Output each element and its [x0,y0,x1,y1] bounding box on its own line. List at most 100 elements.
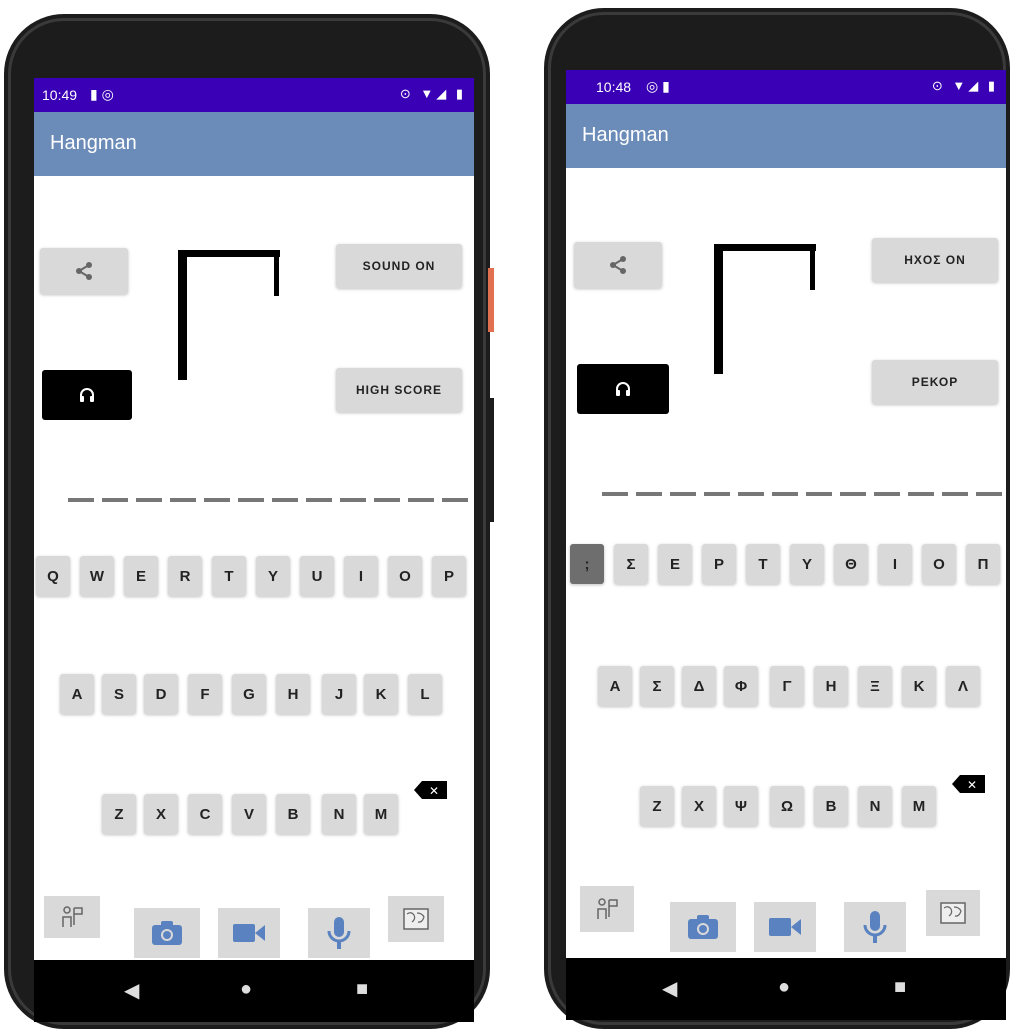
key-h[interactable]: H [276,674,310,714]
status-time: 10:49 [42,87,78,103]
key-psi[interactable]: Ψ [724,786,758,826]
map-button[interactable] [926,890,980,936]
key-theta[interactable]: Θ [834,544,868,584]
key-gamma[interactable]: Γ [770,666,804,706]
key-c[interactable]: C [188,794,222,834]
key-m[interactable]: M [364,794,398,834]
key-p[interactable]: P [432,556,466,596]
key-s[interactable]: S [102,674,136,714]
nav-home-button[interactable]: ● [778,976,790,999]
key-tau[interactable]: Τ [746,544,780,584]
key-w[interactable]: W [80,556,114,596]
key-r[interactable]: R [168,556,202,596]
hint-button[interactable] [580,886,634,932]
key-z[interactable]: Z [102,794,136,834]
key-mu[interactable]: Μ [902,786,936,826]
video-button[interactable] [754,902,816,952]
key-j[interactable]: J [322,674,356,714]
key-beta[interactable]: Β [814,786,848,826]
share-button[interactable] [574,242,662,288]
hangman-gallows [178,250,282,380]
hangman-gallows [714,244,818,374]
map-button[interactable] [388,896,444,942]
status-notification-icons: ▮ ◎ [90,86,114,102]
key-upsilon[interactable]: Υ [790,544,824,584]
backspace-key-icon[interactable]: ✕ [952,774,986,794]
key-sigma[interactable]: Σ [614,544,648,584]
key-iota[interactable]: Ι [878,544,912,584]
nav-home-button[interactable]: ● [240,978,252,1001]
key-b[interactable]: B [276,794,310,834]
key-v[interactable]: V [232,794,266,834]
app-bar: Hangman [566,104,1006,168]
key-a[interactable]: A [60,674,94,714]
svg-text:✕: ✕ [429,784,439,798]
share-button[interactable] [40,248,128,294]
key-chi[interactable]: Χ [682,786,716,826]
status-system-icons: ⊙ ▼◢ ▮ [399,86,466,101]
hint-button[interactable] [44,896,100,938]
camera-icon [152,921,182,945]
status-bar: 10:48 ◎ ▮ ⊙ ▼◢ ▮ [566,70,1006,104]
key-d[interactable]: D [144,674,178,714]
key-sigma-2[interactable]: Σ [640,666,674,706]
nav-recents-button[interactable]: ■ [894,976,906,999]
key-delta[interactable]: Δ [682,666,716,706]
high-score-button[interactable]: HIGH SCORE [336,368,462,412]
key-kappa[interactable]: Κ [902,666,936,706]
headset-button[interactable] [42,370,132,420]
navigation-bar: ◀ ● ■ [34,960,474,1022]
key-k[interactable]: K [364,674,398,714]
key-zeta[interactable]: Ζ [640,786,674,826]
navigation-bar: ◀ ● ■ [566,958,1006,1020]
video-button[interactable] [218,908,280,958]
nav-recents-button[interactable]: ■ [356,978,368,1001]
key-y[interactable]: Y [256,556,290,596]
key-t[interactable]: T [212,556,246,596]
key-omicron[interactable]: Ο [922,544,956,584]
video-camera-icon [233,924,265,942]
key-omega[interactable]: Ω [770,786,804,826]
sound-toggle-button[interactable]: SOUND ON [336,244,462,288]
key-e[interactable]: E [124,556,158,596]
key-alpha[interactable]: Α [598,666,632,706]
microphone-button[interactable] [844,902,906,952]
sound-toggle-button[interactable]: ΗΧΟΣ ON [872,238,998,282]
video-camera-icon [769,918,801,936]
key-eta[interactable]: Η [814,666,848,706]
world-map-icon [403,908,429,930]
world-map-icon [940,902,966,924]
microphone-button[interactable] [308,908,370,958]
key-f[interactable]: F [188,674,222,714]
backspace-key-icon[interactable]: ✕ [414,780,448,800]
key-semicolon[interactable]: ; [570,544,604,584]
nav-back-button[interactable]: ◀ [662,976,677,1001]
headset-button[interactable] [577,364,669,414]
key-lambda[interactable]: Λ [946,666,980,706]
key-o[interactable]: O [388,556,422,596]
camera-button[interactable] [670,902,736,952]
key-phi[interactable]: Φ [724,666,758,706]
headset-icon [80,388,94,402]
key-rho[interactable]: Ρ [702,544,736,584]
key-l[interactable]: L [408,674,442,714]
key-pi[interactable]: Π [966,544,1000,584]
key-i[interactable]: I [344,556,378,596]
nav-back-button[interactable]: ◀ [124,978,139,1003]
camera-button[interactable] [134,908,200,958]
key-u[interactable]: U [300,556,334,596]
left-screen: 10:49 ▮ ◎ ⊙ ▼◢ ▮ Hangman SOUND ON HIGH S… [34,78,474,1022]
left-phone-power-button [488,398,494,522]
status-notification-icons: ◎ ▮ [646,78,670,94]
key-g[interactable]: G [232,674,266,714]
camera-icon [688,915,718,939]
key-xi[interactable]: Ξ [858,666,892,706]
key-q[interactable]: Q [36,556,70,596]
headset-icon [616,382,630,396]
key-x[interactable]: X [144,794,178,834]
word-blanks [602,492,1002,496]
key-n[interactable]: N [322,794,356,834]
key-epsilon[interactable]: Ε [658,544,692,584]
key-nu[interactable]: Ν [858,786,892,826]
high-score-button[interactable]: ΡΕΚΟΡ [872,360,998,404]
